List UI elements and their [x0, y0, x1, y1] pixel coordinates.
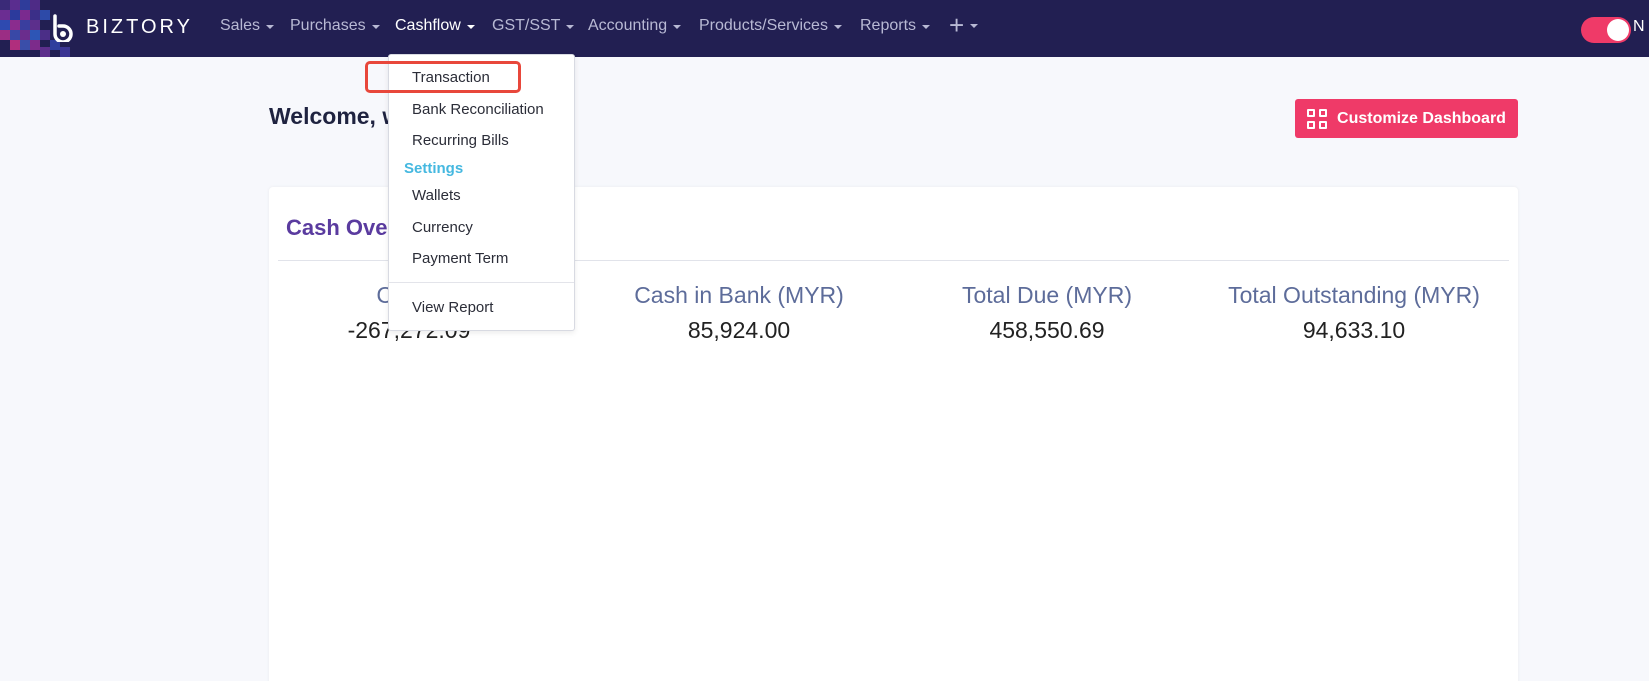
stat-label: Total Due (MYR): [962, 282, 1132, 308]
stat-total-due: Total Due (MYR) 458,550.69: [897, 282, 1197, 344]
stat-value: 85,924.00: [687, 317, 791, 343]
nav-item-label: Reports: [860, 17, 917, 34]
stat-value: 458,550.69: [989, 317, 1105, 343]
nav-item-purchases[interactable]: Purchases: [290, 17, 380, 35]
nav-truncated-text: N: [1633, 18, 1645, 35]
cashflow-dropdown-menu: Transaction Bank Reconciliation Recurrin…: [388, 54, 575, 331]
chevron-down-icon: [833, 25, 842, 29]
menu-item-bank-reconciliation[interactable]: Bank Reconciliation: [412, 101, 544, 118]
chevron-down-icon: [970, 24, 979, 28]
menu-item-currency[interactable]: Currency: [412, 219, 473, 236]
chevron-down-icon: [673, 25, 682, 29]
toggle-knob: [1607, 19, 1629, 41]
nav-item-label: Accounting: [588, 17, 668, 34]
chevron-down-icon: [266, 25, 275, 29]
nav-item-cashflow[interactable]: Cashflow: [395, 17, 475, 35]
nav-item-gst-sst[interactable]: GST/SST: [492, 17, 575, 35]
highlight-box: [365, 61, 521, 93]
nav-item-label: Sales: [220, 17, 261, 34]
nav-item-label: Purchases: [290, 17, 366, 34]
nav-item-sales[interactable]: Sales: [220, 17, 275, 35]
chevron-down-icon: [566, 25, 575, 29]
nav-item-reports[interactable]: Reports: [860, 17, 931, 35]
menu-section-settings: Settings: [404, 160, 464, 177]
nav-item-label: GST/SST: [492, 17, 561, 34]
customize-dashboard-button[interactable]: Customize Dashboard: [1295, 99, 1518, 138]
chevron-down-icon: [466, 25, 475, 29]
biztory-logo-icon: [53, 14, 73, 42]
page-title: Welcome, w: [269, 103, 401, 129]
grid-icon: [1307, 108, 1328, 129]
nav-item-accounting[interactable]: Accounting: [588, 17, 682, 35]
chevron-down-icon: [371, 25, 380, 29]
stat-label: Cash in Bank (MYR): [634, 282, 844, 308]
nav-item-label: Cashflow: [395, 17, 461, 34]
menu-item-recurring-bills[interactable]: Recurring Bills: [412, 132, 509, 149]
brand-name[interactable]: BIZTORY: [86, 16, 193, 39]
top-navbar: BIZTORY Sales Purchases Cashflow GST/SST…: [0, 0, 1649, 57]
stat-label: Total Outstanding (MYR): [1228, 282, 1480, 308]
menu-item-view-report[interactable]: View Report: [412, 299, 493, 316]
menu-divider: [389, 282, 574, 283]
menu-item-wallets[interactable]: Wallets: [412, 187, 461, 204]
menu-item-payment-term[interactable]: Payment Term: [412, 250, 508, 267]
nav-item-label: Products/Services: [699, 17, 828, 34]
nav-item-add[interactable]: +: [949, 10, 979, 40]
mode-toggle[interactable]: [1581, 17, 1631, 43]
plus-icon: +: [949, 10, 965, 40]
stat-cash-in-bank: Cash in Bank (MYR) 85,924.00: [589, 282, 889, 344]
customize-dashboard-label: Customize Dashboard: [1337, 109, 1506, 127]
card-title: Cash Over: [286, 215, 397, 240]
nav-item-products-services[interactable]: Products/Services: [699, 17, 842, 35]
chevron-down-icon: [922, 25, 931, 29]
stat-value: 94,633.10: [1302, 317, 1406, 343]
stat-total-outstanding: Total Outstanding (MYR) 94,633.10: [1204, 282, 1504, 344]
